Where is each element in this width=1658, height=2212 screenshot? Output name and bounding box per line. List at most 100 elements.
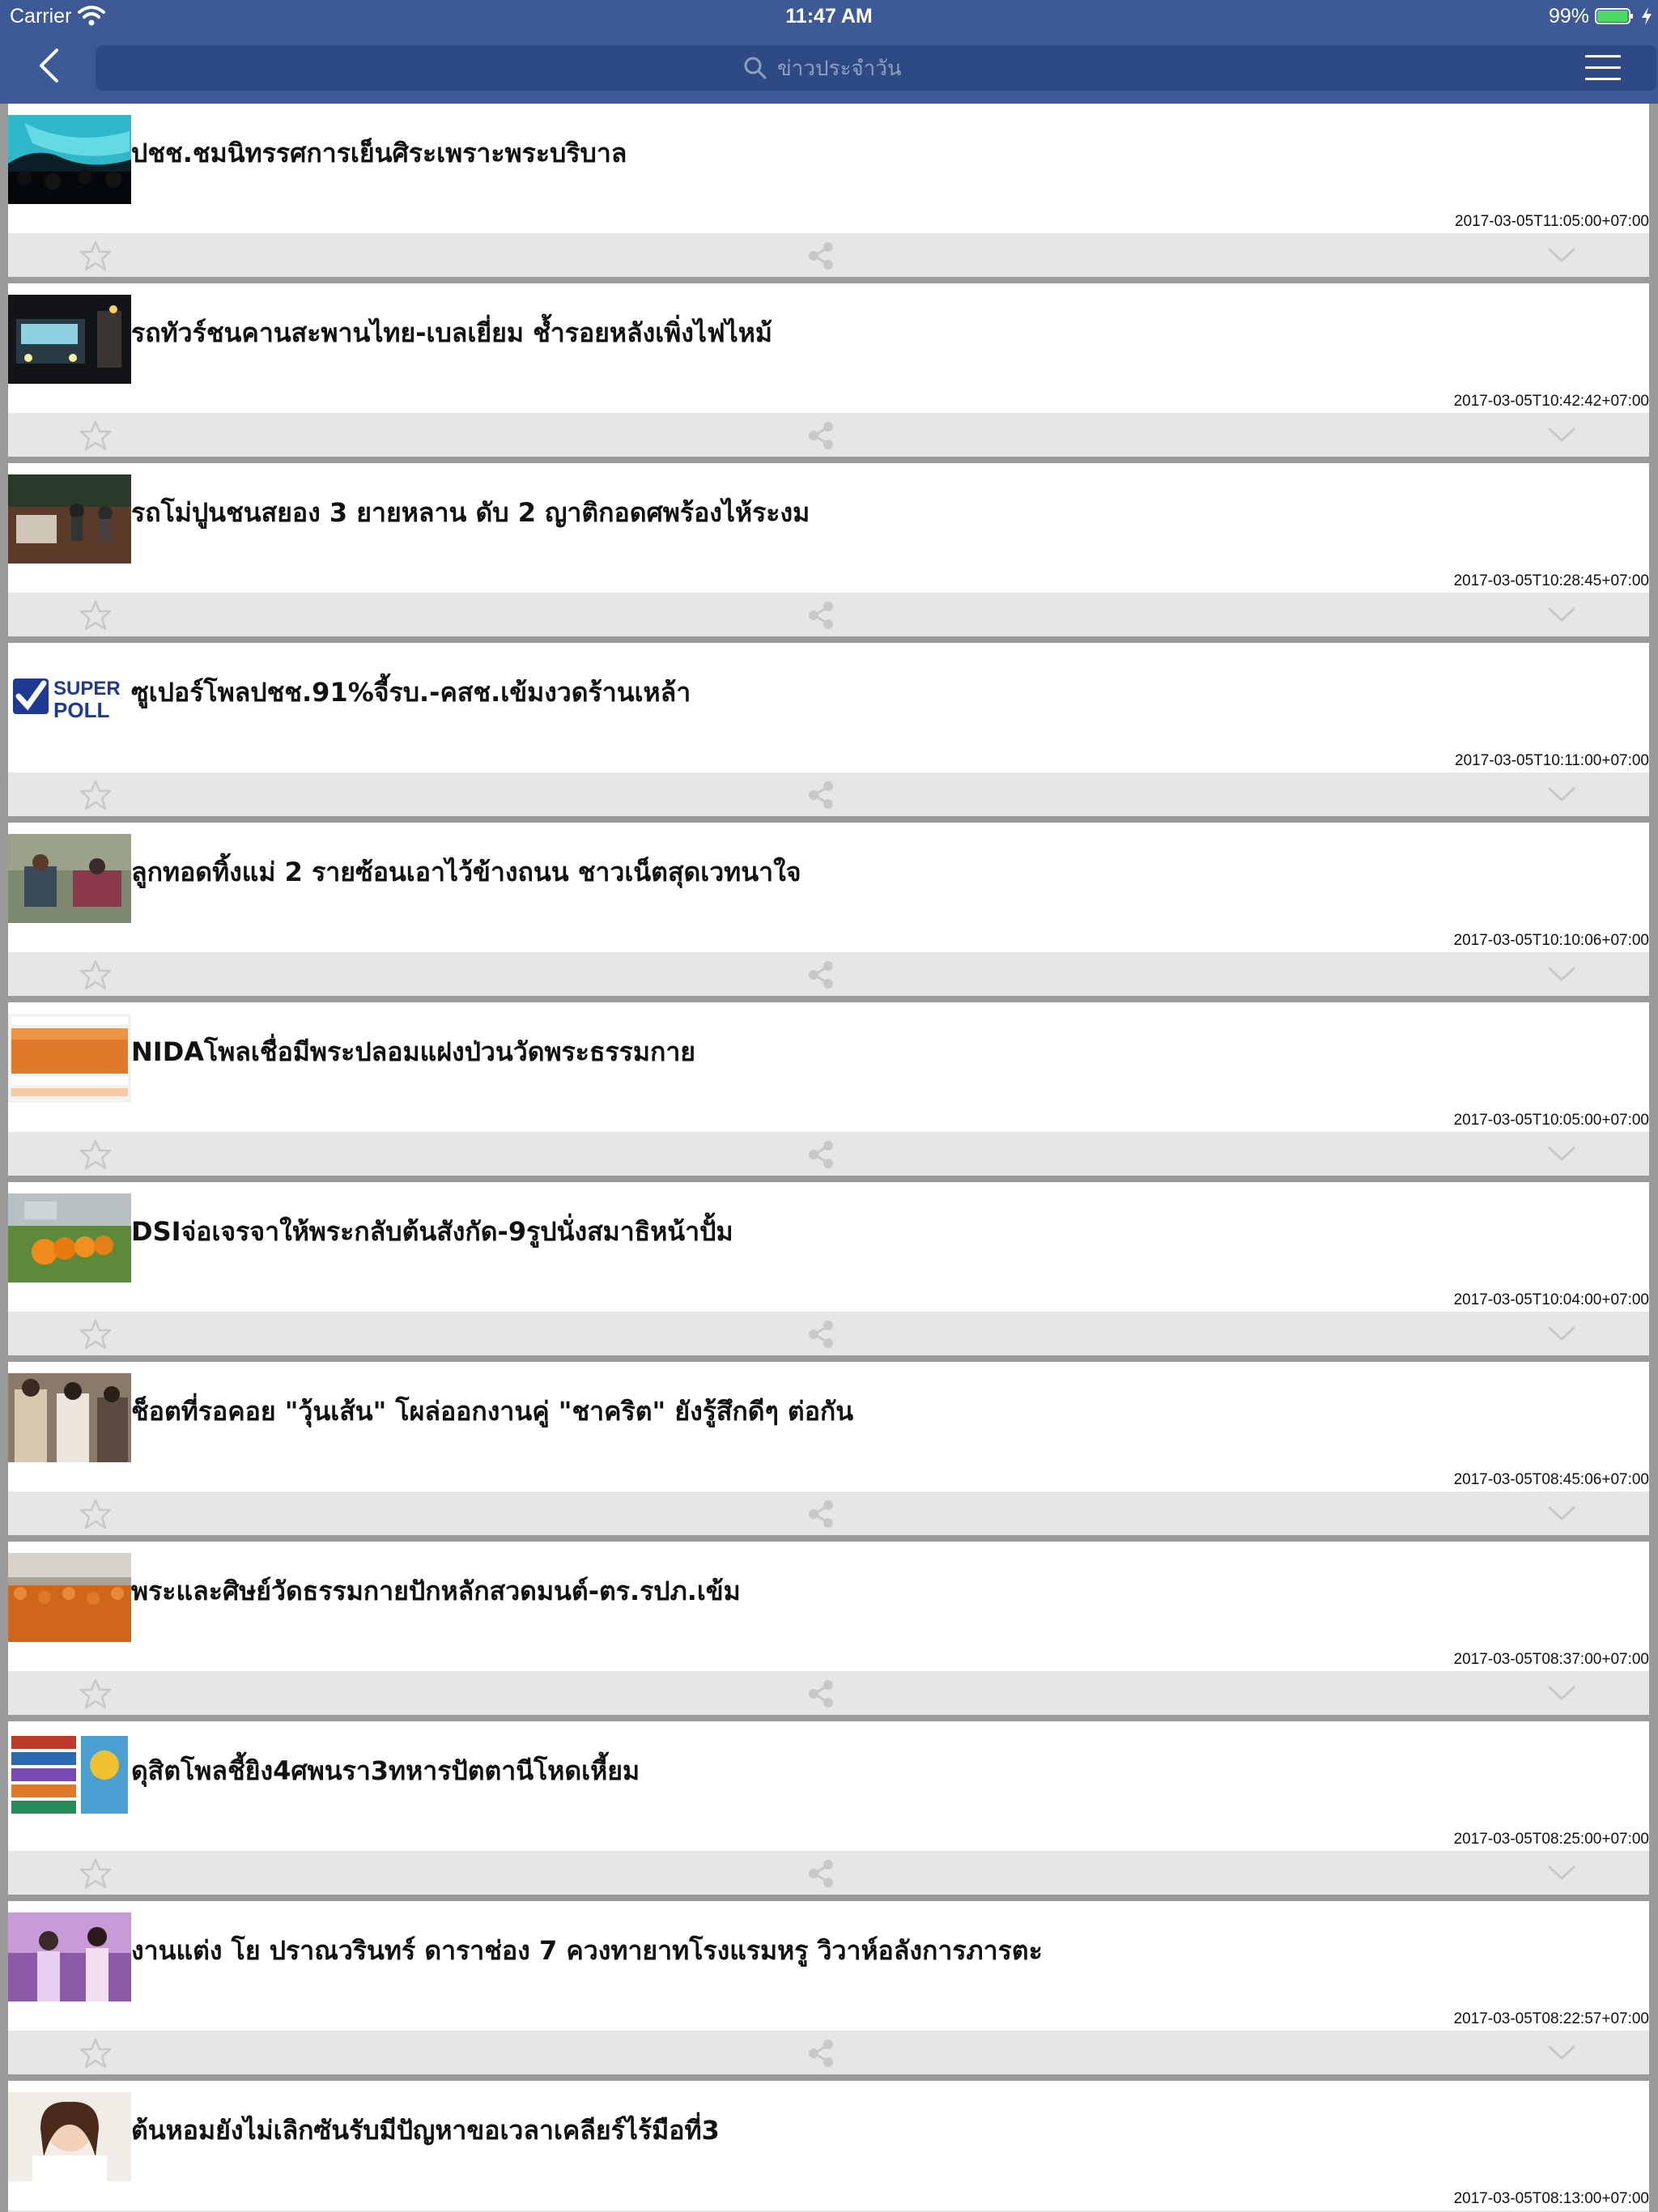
- news-action-bar: [8, 1312, 1649, 1355]
- news-title[interactable]: ช็อตที่รอคอย "วุ้นเส้น" โผล่ออกงานคู่ "ช…: [131, 1391, 1637, 1432]
- expand-button[interactable]: [1546, 1503, 1577, 1525]
- share-button[interactable]: [805, 1857, 837, 1890]
- news-thumbnail[interactable]: [8, 1733, 131, 1822]
- news-title[interactable]: ซูเปอร์โพลปชช.91%จี้รบ.-คสช.เข้มงวดร้านเ…: [131, 672, 1637, 713]
- news-card[interactable]: ต้นหอมยังไม่เลิกซันรับมีปัญหาขอเวลาเคลีย…: [8, 2081, 1649, 2212]
- news-thumbnail[interactable]: [8, 1553, 131, 1642]
- share-icon: [809, 781, 833, 809]
- news-card[interactable]: ลูกทอดทิ้งแม่ 2 รายซ้อนเอาไว้ข้างถนน ชาว…: [8, 823, 1649, 996]
- news-title[interactable]: ปชช.ชมนิทรรศการเย็นศิระเพราะพระบริบาล: [131, 133, 1637, 174]
- news-title[interactable]: ต้นหอมยังไม่เลิกซันรับมีปัญหาขอเวลาเคลีย…: [131, 2110, 1637, 2151]
- news-card[interactable]: DSIจ่อเจรจาให้พระกลับต้นสังกัด-9รูปนั่งส…: [8, 1182, 1649, 1355]
- expand-button[interactable]: [1546, 1143, 1577, 1166]
- news-thumbnail[interactable]: SUPER POLL: [8, 654, 131, 743]
- expand-button[interactable]: [1546, 245, 1577, 267]
- expand-button[interactable]: [1546, 424, 1577, 447]
- news-thumbnail[interactable]: [8, 1373, 131, 1462]
- favorite-star-button[interactable]: [79, 1857, 112, 1890]
- hamburger-menu-icon-line-2: [1585, 66, 1621, 69]
- news-title[interactable]: งานแต่ง โย ปราณวรินทร์ ดาราช่อง 7 ควงทาย…: [131, 1930, 1637, 1972]
- share-button[interactable]: [805, 1498, 837, 1530]
- news-card[interactable]: ดุสิตโพลชี้ยิง4ศพนรา3ทหารปัตตานีโหดเหี้ย…: [8, 1721, 1649, 1895]
- expand-button[interactable]: [1546, 963, 1577, 986]
- star-outline-icon: [79, 1499, 112, 1529]
- favorite-star-button[interactable]: [79, 599, 112, 632]
- share-icon: [809, 1141, 833, 1168]
- share-button[interactable]: [805, 599, 837, 632]
- news-title[interactable]: NIDAโพลเชื่อมีพระปลอมแฝงป่วนวัดพระธรรมกา…: [131, 1032, 1637, 1073]
- star-outline-icon: [79, 1858, 112, 1889]
- news-action-bar: [8, 1671, 1649, 1715]
- share-button[interactable]: [805, 1138, 837, 1171]
- expand-button[interactable]: [1546, 1323, 1577, 1346]
- favorite-star-button[interactable]: [79, 2037, 112, 2069]
- favorite-star-button[interactable]: [79, 1498, 112, 1530]
- news-card[interactable]: ปชช.ชมนิทรรศการเย็นศิระเพราะพระบริบาล 201…: [8, 104, 1649, 277]
- share-button[interactable]: [805, 240, 837, 272]
- news-action-bar: [8, 1132, 1649, 1176]
- chevron-down-icon: [1548, 787, 1575, 802]
- battery-percent: 99%: [1549, 5, 1590, 28]
- expand-button[interactable]: [1546, 2042, 1577, 2065]
- news-card[interactable]: SUPER POLL ซูเปอร์โพลปชช.91%จี้รบ.-คสช.เข้…: [8, 643, 1649, 816]
- news-timestamp: 2017-03-05T08:13:00+07:00: [1453, 2190, 1649, 2207]
- share-button[interactable]: [805, 2037, 837, 2069]
- news-timestamp: 2017-03-05T10:10:06+07:00: [1453, 932, 1649, 949]
- expand-button[interactable]: [1546, 784, 1577, 806]
- news-title[interactable]: DSIจ่อเจรจาให้พระกลับต้นสังกัด-9รูปนั่งส…: [131, 1211, 1637, 1253]
- favorite-star-button[interactable]: [79, 419, 112, 452]
- share-icon: [809, 1321, 833, 1348]
- favorite-star-button[interactable]: [79, 1138, 112, 1171]
- share-button[interactable]: [805, 1318, 837, 1351]
- news-thumbnail[interactable]: [8, 295, 131, 384]
- expand-button[interactable]: [1546, 1862, 1577, 1885]
- news-card[interactable]: รถโม่ปูนชนสยอง 3 ยายหลาน ดับ 2 ญาติกอดศพ…: [8, 463, 1649, 636]
- favorite-star-button[interactable]: [79, 779, 112, 811]
- share-icon: [809, 242, 833, 270]
- navigation-bar: Carrier 11:47 AM 99% ข่าวประจำวัน: [0, 0, 1658, 104]
- news-timestamp: 2017-03-05T08:45:06+07:00: [1453, 1471, 1649, 1488]
- news-timestamp: 2017-03-05T08:25:00+07:00: [1453, 1831, 1649, 1848]
- expand-button[interactable]: [1546, 1682, 1577, 1705]
- news-timestamp: 2017-03-05T10:42:42+07:00: [1453, 393, 1649, 410]
- news-thumbnail[interactable]: [8, 1193, 131, 1283]
- news-card[interactable]: ช็อตที่รอคอย "วุ้นเส้น" โผล่ออกงานคู่ "ช…: [8, 1362, 1649, 1535]
- news-card[interactable]: NIDAโพลเชื่อมีพระปลอมแฝงป่วนวัดพระธรรมกา…: [8, 1002, 1649, 1176]
- news-thumbnail[interactable]: [8, 834, 131, 923]
- share-button[interactable]: [805, 419, 837, 452]
- hamburger-menu-icon-line-3: [1585, 78, 1621, 80]
- share-icon: [809, 1500, 833, 1528]
- news-thumbnail[interactable]: [8, 474, 131, 564]
- news-action-bar: [8, 233, 1649, 277]
- news-card[interactable]: รถทัวร์ชนคานสะพานไทย-เบลเยี่ยม ช้ำรอยหลั…: [8, 283, 1649, 457]
- charging-bolt-icon: [1642, 7, 1652, 25]
- news-timestamp: 2017-03-05T08:37:00+07:00: [1453, 1651, 1649, 1668]
- share-button[interactable]: [805, 1678, 837, 1710]
- news-title[interactable]: ลูกทอดทิ้งแม่ 2 รายซ้อนเอาไว้ข้างถนน ชาว…: [131, 852, 1637, 893]
- back-button[interactable]: [29, 45, 70, 86]
- super-poll-logo-text: SUPER: [53, 678, 121, 700]
- news-title[interactable]: รถทัวร์ชนคานสะพานไทย-เบลเยี่ยม ช้ำรอยหลั…: [131, 313, 1637, 354]
- news-title[interactable]: พระและศิษย์วัดธรรมกายปักหลักสวดมนต์-ตร.ร…: [131, 1571, 1637, 1612]
- news-thumbnail[interactable]: [8, 1014, 131, 1103]
- news-thumbnail[interactable]: [8, 2092, 131, 2181]
- favorite-star-button[interactable]: [79, 240, 112, 272]
- star-outline-icon: [79, 1319, 112, 1350]
- news-title[interactable]: รถโม่ปูนชนสยอง 3 ยายหลาน ดับ 2 ญาติกอดศพ…: [131, 492, 1637, 534]
- news-thumbnail[interactable]: [8, 115, 131, 204]
- news-action-bar: [8, 772, 1649, 816]
- news-thumbnail[interactable]: [8, 1912, 131, 2001]
- news-timestamp: 2017-03-05T10:05:00+07:00: [1453, 1112, 1649, 1129]
- share-button[interactable]: [805, 959, 837, 991]
- favorite-star-button[interactable]: [79, 959, 112, 991]
- favorite-star-button[interactable]: [79, 1318, 112, 1351]
- menu-button[interactable]: [1585, 53, 1626, 83]
- news-card[interactable]: พระและศิษย์วัดธรรมกายปักหลักสวดมนต์-ตร.ร…: [8, 1542, 1649, 1715]
- expand-button[interactable]: [1546, 604, 1577, 627]
- news-card[interactable]: งานแต่ง โย ปราณวรินทร์ ดาราช่อง 7 ควงทาย…: [8, 1901, 1649, 2074]
- favorite-star-button[interactable]: [79, 1678, 112, 1710]
- share-button[interactable]: [805, 779, 837, 811]
- news-title[interactable]: ดุสิตโพลชี้ยิง4ศพนรา3ทหารปัตตานีโหดเหี้ย…: [131, 1750, 1637, 1792]
- star-outline-icon: [79, 959, 112, 990]
- search-input[interactable]: ข่าวประจำวัน: [96, 45, 1656, 91]
